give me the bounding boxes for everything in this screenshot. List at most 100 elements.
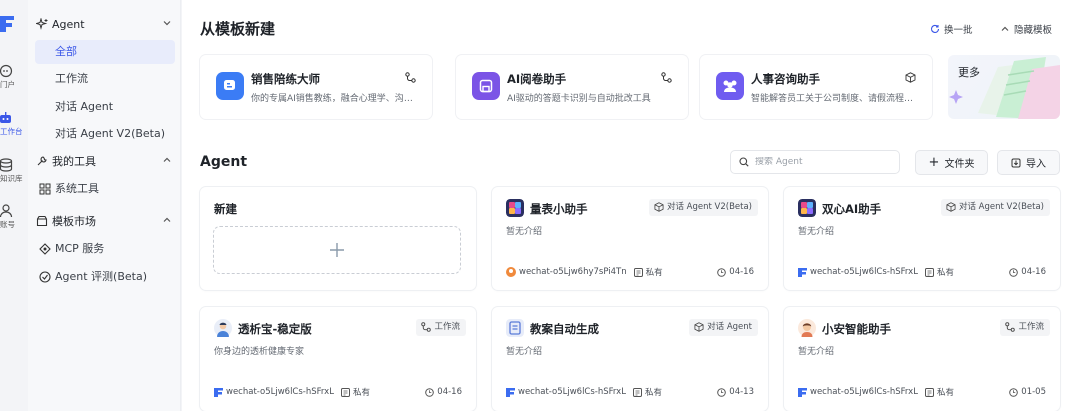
agent-desc: 暂无介绍 xyxy=(506,347,543,357)
agent-owner: wechat-o5Ljw6lCs-hSFrxL xyxy=(798,387,918,397)
chevron-up-icon xyxy=(1001,26,1009,31)
templates-title: 从模板新建 xyxy=(200,20,276,38)
doctor-avatar-icon xyxy=(214,319,232,337)
sidebar-item-agent-eval[interactable]: Agent 评测(Beta) xyxy=(31,265,171,289)
chevron-up-icon[interactable] xyxy=(162,155,172,165)
create-agent-button[interactable] xyxy=(213,226,461,274)
sidebar-group-my-tools[interactable]: 我的工具 xyxy=(36,151,174,171)
chevron-up-icon[interactable] xyxy=(162,215,172,225)
agent-owner: wechat-o5Ljw6lCs-hSFrxL xyxy=(798,267,918,277)
owner-name: wechat-o5Ljw6lCs-hSFrxL xyxy=(810,387,918,397)
template-card[interactable]: AI阅卷助手 AI驱动的答题卡识别与自动批改工具 xyxy=(456,55,688,119)
import-icon xyxy=(1011,158,1021,167)
agent-type-tag: 工作流 xyxy=(416,319,466,336)
rail-item-label: 工作台 xyxy=(0,127,23,136)
portal-icon xyxy=(0,64,13,78)
agent-name: 教案自动生成 xyxy=(530,322,599,336)
plus-icon: + xyxy=(928,155,940,170)
template-card[interactable]: 人事咨询助手 智能解答员工关于公司制度、请假流程等问题 xyxy=(700,55,932,119)
app-rail: 门户 工作台 知识库 账号 xyxy=(0,0,28,411)
clock-icon xyxy=(717,387,727,397)
clock-icon xyxy=(425,387,435,397)
sidebar-item-chat-agent[interactable]: 对话 Agent xyxy=(35,95,175,119)
agent-desc: 暂无介绍 xyxy=(798,227,835,237)
hide-label: 隐藏模板 xyxy=(1014,25,1053,36)
agent-name: 双心AI助手 xyxy=(822,202,882,216)
agent-card[interactable]: 小安智能助手 工作流 暂无介绍 wechat-o5Ljw6lCs-hSFrxL … xyxy=(784,307,1060,411)
new-folder-button[interactable]: + 文件夹 xyxy=(915,150,988,175)
agent-type-label: 工作流 xyxy=(434,322,460,332)
eval-icon xyxy=(39,271,51,283)
import-button[interactable]: 导入 xyxy=(997,150,1060,175)
agent-owner: wechat-o5Ljw6hy7sPi4Tn xyxy=(506,267,627,277)
owner-logo-icon xyxy=(506,388,515,397)
agent-type-label: 对话 Agent xyxy=(707,322,752,332)
agent-date: 01-05 xyxy=(1009,387,1046,397)
lock-doc-icon xyxy=(340,387,350,397)
sidebar-item-all[interactable]: 全部 xyxy=(35,40,175,64)
agent-name: 量表小助手 xyxy=(530,202,588,216)
sidebar-item-system-tools[interactable]: 系统工具 xyxy=(31,177,171,201)
sidebar-item-chat-agent-v2[interactable]: 对话 Agent V2(Beta) xyxy=(35,122,175,146)
agent-privacy: 私有 xyxy=(632,386,662,398)
workflow-icon xyxy=(661,72,672,83)
template-card[interactable]: 销售陪练大师 你的专属AI销售教练，融合心理学、沟通技巧与实战话术 xyxy=(200,55,432,119)
agent-type-tag: 对话 Agent V2(Beta) xyxy=(940,199,1050,216)
workflow-icon xyxy=(405,72,416,83)
agent-card[interactable]: 量表小助手 对话 Agent V2(Beta) 暂无介绍 wechat-o5Lj… xyxy=(492,187,768,290)
owner-name: wechat-o5Ljw6lCs-hSFrxL xyxy=(518,387,626,397)
agent-type-label: 工作流 xyxy=(1018,322,1044,332)
agent-desc: 你身边的透析健康专家 xyxy=(214,347,305,357)
owner-name: wechat-o5Ljw6lCs-hSFrxL xyxy=(810,267,918,277)
template-name: 销售陪练大师 xyxy=(251,72,320,86)
sidebar-item-mcp[interactable]: MCP 服务 xyxy=(31,237,171,261)
save-disk-icon xyxy=(472,72,500,100)
cube-icon xyxy=(946,202,956,212)
privacy-label: 私有 xyxy=(644,388,662,398)
sidebar-group-template-market[interactable]: 模板市场 xyxy=(36,211,174,231)
date-label: 04-16 xyxy=(1021,267,1046,277)
agent-date: 04-16 xyxy=(1009,267,1046,277)
grid-icon xyxy=(39,183,51,195)
sidebar-group-agent[interactable]: Agent xyxy=(36,14,174,34)
refresh-templates-button[interactable]: 换一批 xyxy=(930,22,973,36)
rail-item-portal[interactable]: 门户 xyxy=(0,64,26,90)
chevron-down-icon[interactable] xyxy=(162,18,172,28)
agent-search-box[interactable] xyxy=(730,150,900,174)
chat-bubble-icon xyxy=(216,72,244,100)
rail-item-knowledge[interactable]: 知识库 xyxy=(0,158,26,184)
rail-item-workbench[interactable]: 工作台 xyxy=(0,111,26,137)
privacy-label: 私有 xyxy=(352,388,370,398)
rail-item-label: 门户 xyxy=(0,80,15,89)
hide-templates-button[interactable]: 隐藏模板 xyxy=(1000,22,1052,36)
agent-name: 透析宝-稳定版 xyxy=(238,322,312,336)
more-templates-card[interactable]: 更多 xyxy=(948,55,1060,119)
agent-owner: wechat-o5Ljw6lCs-hSFrxL xyxy=(214,387,334,397)
agent-desc: 暂无介绍 xyxy=(798,347,835,357)
date-label: 04-16 xyxy=(729,267,754,277)
new-agent-label: 新建 xyxy=(214,202,237,216)
agent-card[interactable]: 教案自动生成 对话 Agent 暂无介绍 wechat-o5Ljw6lCs-hS… xyxy=(492,307,768,411)
rail-item-account[interactable]: 账号 xyxy=(0,204,26,230)
date-label: 01-05 xyxy=(1021,387,1046,397)
clock-icon xyxy=(1009,387,1019,397)
agent-card[interactable]: 双心AI助手 对话 Agent V2(Beta) 暂无介绍 wechat-o5L… xyxy=(784,187,1060,290)
lock-doc-icon xyxy=(633,267,643,277)
owner-name: wechat-o5Ljw6hy7sPi4Tn xyxy=(519,267,627,277)
sidebar-item-workflow[interactable]: 工作流 xyxy=(35,67,175,91)
agent-privacy: 私有 xyxy=(924,386,954,398)
template-desc: AI驱动的答题卡识别与自动批改工具 xyxy=(507,94,651,104)
new-agent-card: 新建 xyxy=(200,187,476,290)
people-icon xyxy=(716,72,744,100)
clock-icon xyxy=(1009,267,1019,277)
agent-search-input[interactable] xyxy=(755,157,895,167)
sidebar-group-label: Agent xyxy=(52,17,85,31)
sidebar-item-label: MCP 服务 xyxy=(55,242,105,255)
main-content: 从模板新建 换一批 隐藏模板 销售陪练大师 你的专属AI销售教练，融合心理学、沟… xyxy=(182,0,1080,411)
agent-card[interactable]: 透析宝-稳定版 工作流 你身边的透析健康专家 wechat-o5Ljw6lCs-… xyxy=(200,307,476,411)
cube-icon xyxy=(905,72,916,83)
template-desc: 智能解答员工关于公司制度、请假流程等问题 xyxy=(751,94,919,104)
template-name: 人事咨询助手 xyxy=(751,72,820,86)
refresh-icon xyxy=(931,24,940,33)
agent-footer: wechat-o5Ljw6lCs-hSFrxL 私有 04-13 xyxy=(506,386,754,398)
